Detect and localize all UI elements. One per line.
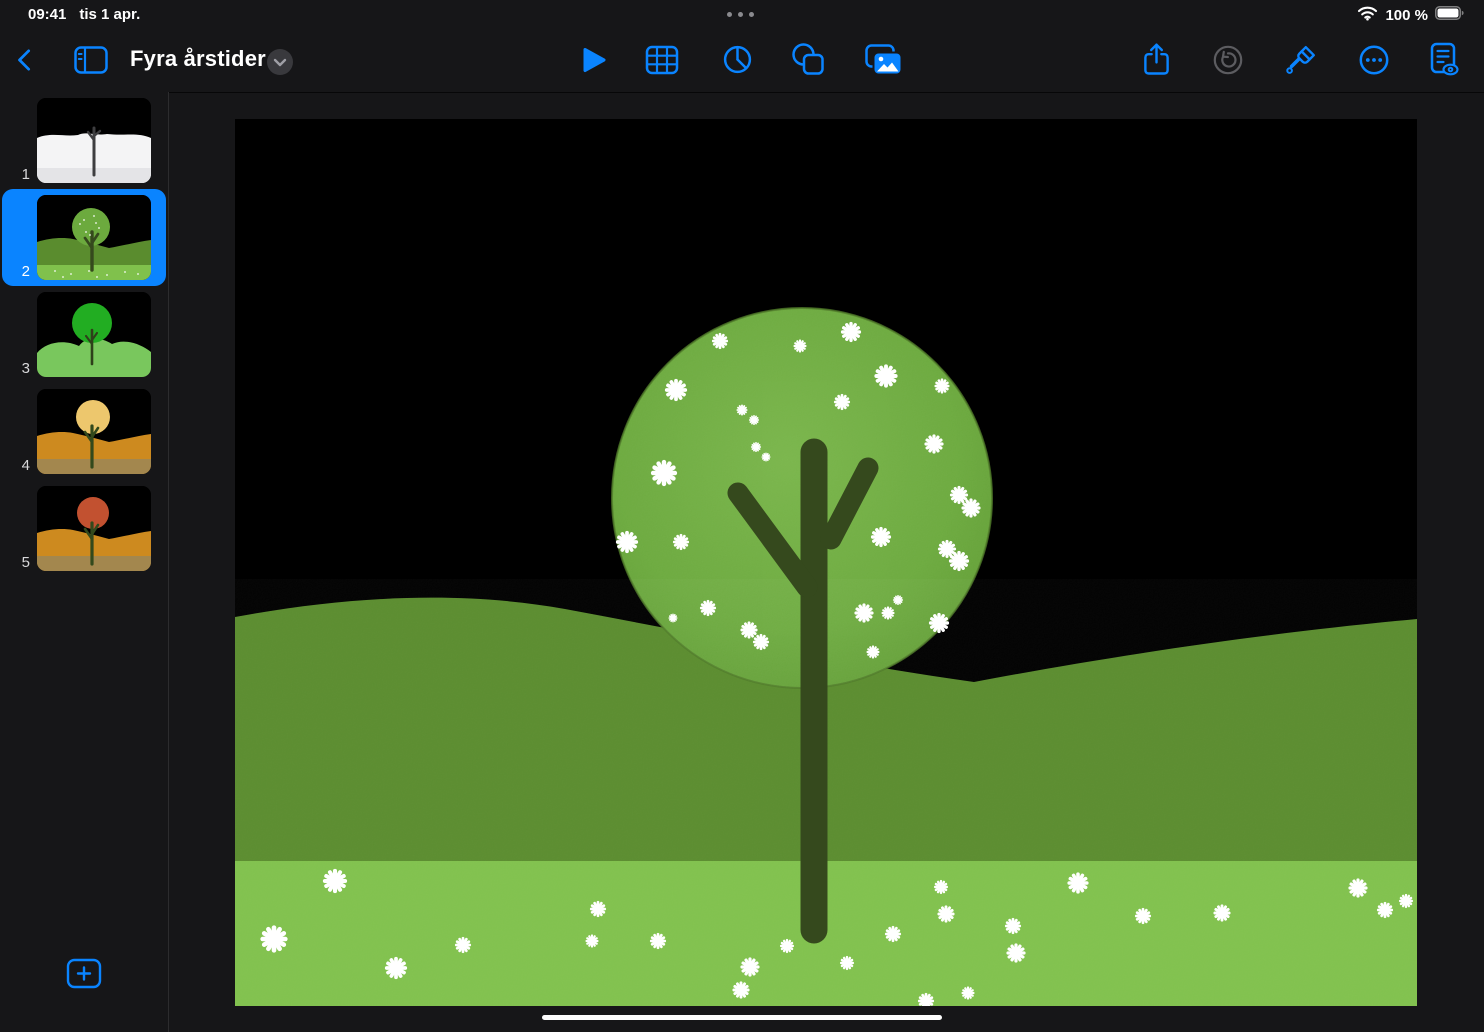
format-brush-icon — [1284, 43, 1318, 80]
undo-icon — [1211, 43, 1245, 80]
home-indicator[interactable] — [542, 1015, 942, 1020]
photos-icon — [865, 44, 903, 79]
keynote-app-window: 09:41 tis 1 apr. 100 % — [0, 0, 1484, 1032]
table-icon — [645, 45, 679, 78]
document-title[interactable]: Fyra årstider — [130, 46, 266, 72]
slide-row-1[interactable]: 1 — [0, 98, 168, 183]
slide-row-4[interactable]: 4 — [0, 389, 168, 474]
notes-eye-icon — [1429, 42, 1460, 80]
slide-number: 5 — [0, 554, 30, 571]
multitasking-dots-indicator[interactable] — [727, 12, 754, 17]
slide-navigator-button[interactable] — [69, 38, 113, 84]
slide-number: 3 — [0, 360, 30, 377]
back-button[interactable] — [3, 38, 47, 84]
slide-thumbnail-5[interactable] — [37, 486, 151, 571]
play-presentation-button[interactable] — [572, 38, 616, 84]
presenter-notes-button[interactable] — [1422, 38, 1466, 84]
pie-chart-icon — [722, 44, 753, 78]
chevron-down-icon — [273, 55, 287, 70]
canvas-area — [169, 92, 1484, 1032]
insert-table-button[interactable] — [640, 38, 684, 84]
play-icon — [581, 46, 607, 77]
more-options-button[interactable] — [1352, 38, 1396, 84]
plus-icon — [66, 977, 102, 992]
clock: 09:41 — [28, 6, 66, 23]
slide-number: 1 — [0, 166, 30, 183]
slide-navigator-panel: 1 2 3 4 5 — [0, 92, 169, 1032]
slide-thumbnail-2[interactable] — [37, 195, 151, 280]
toolbar: Fyra årstider — [0, 30, 1484, 93]
slide-thumbnail-1[interactable] — [37, 98, 151, 183]
battery-icon — [1435, 6, 1464, 24]
slide-row-2[interactable]: 2 — [0, 195, 168, 280]
share-button[interactable] — [1134, 38, 1178, 84]
slide-number: 2 — [0, 263, 30, 280]
slide-thumbnail-3[interactable] — [37, 292, 151, 377]
format-button[interactable] — [1279, 38, 1323, 84]
insert-shape-button[interactable] — [786, 38, 830, 84]
shapes-icon — [791, 43, 825, 79]
share-icon — [1142, 42, 1171, 80]
slide-canvas[interactable] — [235, 119, 1417, 1006]
status-date: tis 1 apr. — [79, 6, 140, 23]
ellipsis-circle-icon — [1358, 44, 1390, 79]
wifi-icon — [1357, 5, 1378, 25]
insert-chart-button[interactable] — [715, 38, 759, 84]
slide-row-3[interactable]: 3 — [0, 292, 168, 377]
back-chevron-icon — [14, 46, 36, 77]
insert-media-button[interactable] — [862, 38, 906, 84]
document-menu-button[interactable] — [267, 49, 293, 75]
slide-row-5[interactable]: 5 — [0, 486, 168, 571]
undo-button[interactable] — [1206, 38, 1250, 84]
slide-list: 1 2 3 4 5 — [0, 92, 168, 571]
add-slide-button[interactable] — [66, 958, 102, 989]
slide-number: 4 — [0, 457, 30, 474]
battery-percentage: 100 % — [1385, 7, 1428, 24]
slide-navigator-icon — [74, 46, 108, 77]
slide-thumbnail-4[interactable] — [37, 389, 151, 474]
status-bar: 09:41 tis 1 apr. 100 % — [0, 0, 1484, 30]
